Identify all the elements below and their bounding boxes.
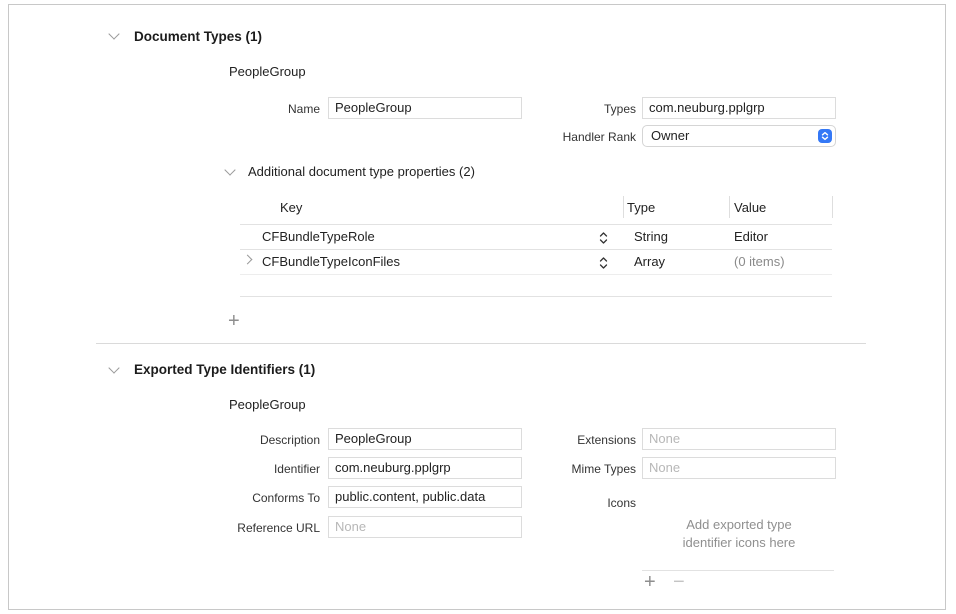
row-type[interactable]: Array [634,254,665,269]
name-label: Name [287,102,320,116]
icons-hint-line2: identifier icons here [682,535,796,550]
popup-chevrons-icon [818,129,832,143]
identifier-field[interactable]: com.neuburg.pplgrp [328,457,522,479]
icons-hint-line1: Add exported type [686,517,792,532]
row-type[interactable]: String [634,229,668,244]
icons-bottom-divider [642,570,834,571]
icons-drop-area[interactable]: Add exported type identifier icons here [642,508,836,570]
name-field[interactable]: PeopleGroup [328,97,522,119]
add-document-type-button[interactable]: + [228,311,240,331]
handler-rank-value: Owner [651,128,690,143]
additional-properties-heading: Additional document type properties (2) [248,164,475,179]
exported-types-heading: Exported Type Identifiers (1) [134,362,316,377]
column-header-value[interactable]: Value [734,200,766,215]
add-icon-button[interactable]: + [644,572,656,592]
remove-icon-button[interactable]: − [673,572,685,592]
section-divider [96,343,866,344]
table-bottom-divider [240,296,832,297]
reference-url-label: Reference URL [237,521,320,535]
icons-label: Icons [607,496,636,510]
type-stepper-icon[interactable] [599,231,608,245]
row-value[interactable]: (0 items) [734,254,785,269]
handler-rank-popup[interactable]: Owner [642,125,836,147]
row-value[interactable]: Editor [734,229,768,244]
type-stepper-icon[interactable] [599,256,608,270]
description-field[interactable]: PeopleGroup [328,428,522,450]
exported-type-item-title: PeopleGroup [229,397,306,412]
extensions-label: Extensions [577,433,636,447]
mime-types-field[interactable]: None [642,457,836,479]
conforms-to-field[interactable]: public.content, public.data [328,486,522,508]
column-divider [729,196,730,218]
row-key[interactable]: CFBundleTypeRole [262,229,375,244]
description-label: Description [259,433,320,447]
column-divider [832,196,833,218]
column-divider [623,196,624,218]
reference-url-field[interactable]: None [328,516,522,538]
handler-rank-label: Handler Rank [562,130,636,144]
types-field[interactable]: com.neuburg.pplgrp [642,97,836,119]
types-label: Types [603,102,636,116]
column-header-key[interactable]: Key [280,200,302,215]
row-divider [240,274,832,275]
identifier-label: Identifier [273,462,320,476]
conforms-to-label: Conforms To [252,491,320,505]
extensions-field[interactable]: None [642,428,836,450]
row-key[interactable]: CFBundleTypeIconFiles [262,254,400,269]
column-header-type[interactable]: Type [627,200,655,215]
document-types-heading: Document Types (1) [134,29,263,44]
document-type-item-title: PeopleGroup [229,64,306,79]
mime-types-label: Mime Types [571,462,636,476]
